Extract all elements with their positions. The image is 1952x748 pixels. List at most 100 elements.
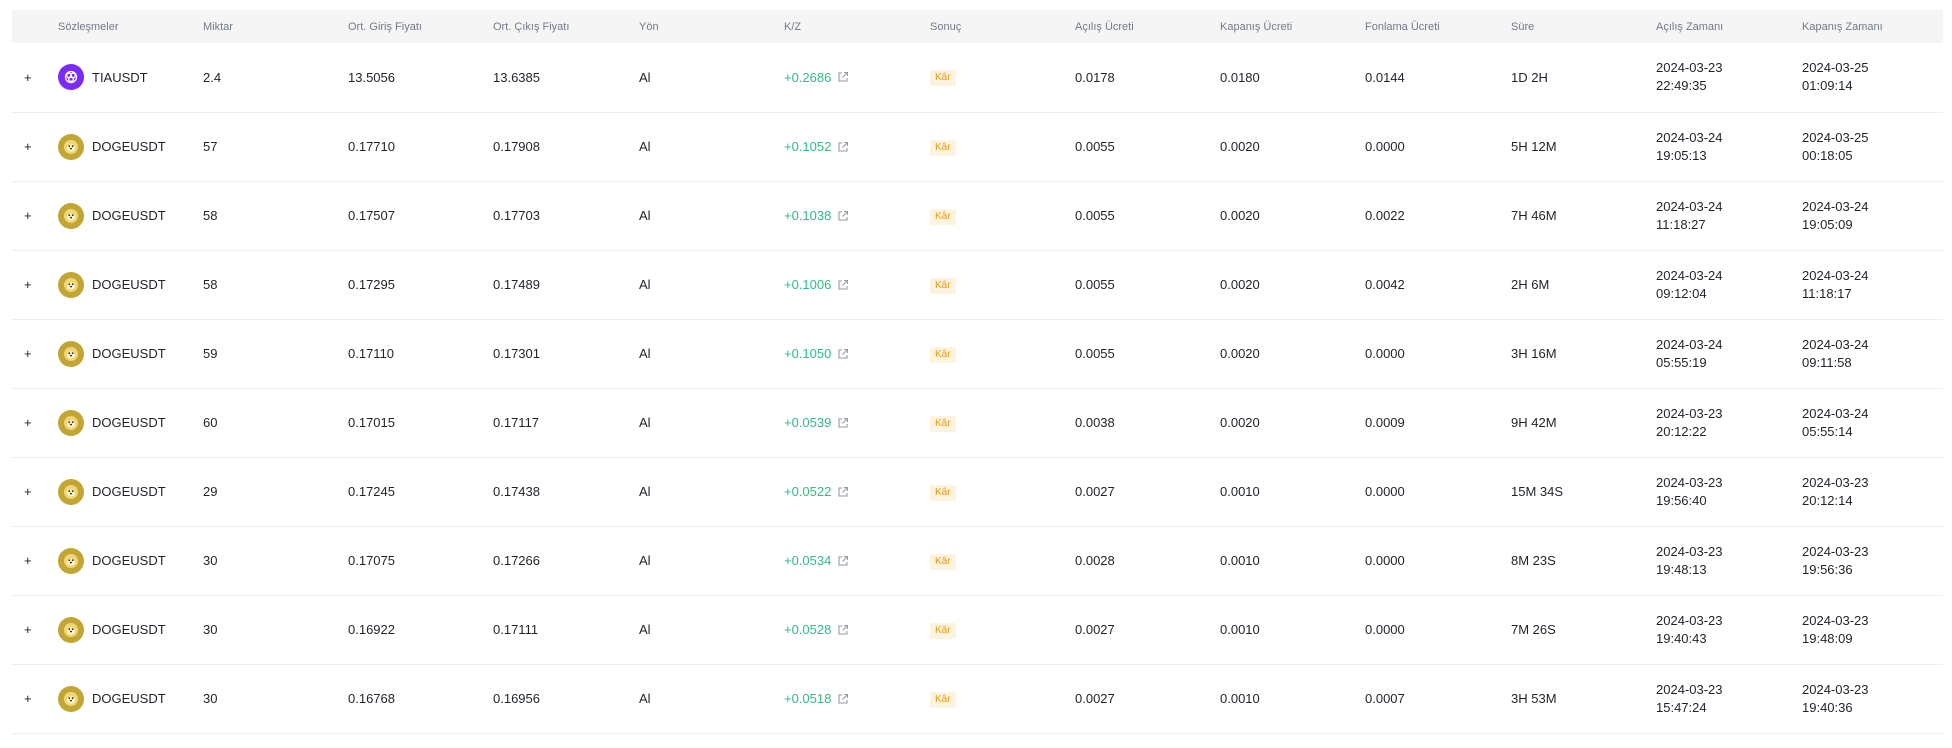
plus-icon[interactable]: + [24, 139, 32, 154]
duration-cell: 8M 23S [1511, 553, 1556, 568]
share-external-link-icon[interactable] [837, 624, 849, 636]
plus-icon[interactable]: + [24, 415, 32, 430]
header-expand [12, 10, 58, 43]
share-external-link-icon[interactable] [837, 417, 849, 429]
doge-coin-icon [58, 202, 84, 229]
symbol-cell[interactable]: TIAUSDT [58, 43, 203, 112]
symbol-cell[interactable]: DOGEUSDT [58, 526, 203, 595]
duration-cell: 1D 2H [1511, 69, 1548, 85]
open-fee-cell: 0.0055 [1075, 208, 1115, 223]
plus-icon[interactable]: + [24, 208, 32, 223]
duration-cell: 3H 16M [1511, 346, 1557, 361]
funding-fee-cell: 0.0144 [1365, 69, 1405, 85]
close-clock: 09:11:58 [1802, 354, 1852, 370]
share-external-link-icon[interactable] [837, 71, 849, 83]
expand-button[interactable]: + [12, 43, 58, 112]
entry-price-cell: 0.17075 [348, 553, 395, 568]
exit-price-cell: 0.17438 [493, 484, 540, 499]
share-external-link-icon[interactable] [837, 279, 849, 291]
close-time-cell: 2024-03-24 11:18:17 [1802, 250, 1943, 319]
symbol-cell[interactable]: DOGEUSDT [58, 181, 203, 250]
open-time-cell: 2024-03-24 05:55:19 [1656, 319, 1802, 388]
symbol-cell[interactable]: DOGEUSDT [58, 388, 203, 457]
share-external-link-icon[interactable] [837, 348, 849, 360]
expand-button[interactable]: + [12, 457, 58, 526]
side-cell: Al [639, 415, 651, 430]
open-clock: 15:47:24 [1656, 699, 1707, 715]
funding-fee-cell: 0.0007 [1365, 691, 1405, 706]
duration-cell: 3H 53M [1511, 691, 1557, 706]
symbol-cell[interactable]: DOGEUSDT [58, 319, 203, 388]
symbol-cell[interactable]: DOGEUSDT [58, 595, 203, 664]
close-fee-cell: 0.0020 [1220, 346, 1260, 361]
profit-badge: Kâr [930, 415, 956, 432]
result-cell: Kâr [930, 457, 1075, 526]
close-fee-cell: 0.0010 [1220, 484, 1260, 499]
expand-button[interactable]: + [12, 388, 58, 457]
exit-price-cell: 0.16956 [493, 691, 540, 706]
symbol-cell[interactable]: DOGEUSDT [58, 457, 203, 526]
open-date: 2024-03-23 [1656, 405, 1723, 421]
table-row[interactable]: + DOGEUSDT 60 0.17015 0.17117 Al +0.0539… [12, 388, 1943, 457]
expand-button[interactable]: + [12, 319, 58, 388]
plus-icon[interactable]: + [24, 691, 32, 706]
symbol-cell[interactable]: DOGEUSDT [58, 250, 203, 319]
table-row[interactable]: + DOGEUSDT 30 0.17075 0.17266 Al +0.0534… [12, 526, 1943, 595]
expand-button[interactable]: + [12, 112, 58, 181]
table-row[interactable]: + DOGEUSDT 57 0.17710 0.17908 Al +0.1052… [12, 112, 1943, 181]
open-time-cell: 2024-03-23 20:12:22 [1656, 388, 1802, 457]
qty-cell: 58 [203, 208, 218, 223]
open-clock: 05:55:19 [1656, 354, 1707, 370]
close-time-cell: 2024-03-24 09:11:58 [1802, 319, 1943, 388]
expand-button[interactable]: + [12, 181, 58, 250]
symbol-cell[interactable]: DOGEUSDT [58, 112, 203, 181]
side-cell: Al [639, 622, 651, 637]
table-row[interactable]: + DOGEUSDT 29 0.17245 0.17438 Al +0.0522… [12, 457, 1943, 526]
plus-icon[interactable]: + [24, 70, 32, 85]
plus-icon[interactable]: + [24, 484, 32, 499]
qty-cell: 30 [203, 553, 218, 568]
pnl-value: +0.0518 [784, 691, 832, 706]
table-row[interactable]: + DOGEUSDT 58 0.17295 0.17489 Al +0.1006… [12, 250, 1943, 319]
expand-button[interactable]: + [12, 595, 58, 664]
side-cell: Al [639, 277, 651, 292]
expand-button[interactable]: + [12, 526, 58, 595]
plus-icon[interactable]: + [24, 622, 32, 637]
symbol-cell[interactable]: DOGEUSDT [58, 664, 203, 733]
share-external-link-icon[interactable] [837, 141, 849, 153]
close-date: 2024-03-23 [1802, 681, 1869, 697]
open-fee-cell: 0.0027 [1075, 691, 1115, 706]
close-date: 2024-03-23 [1802, 612, 1869, 628]
result-cell: Kâr [930, 112, 1075, 181]
plus-icon[interactable]: + [24, 277, 32, 292]
open-fee-cell: 0.0038 [1075, 415, 1115, 430]
table-row[interactable]: + DOGEUSDT 30 0.16768 0.16956 Al +0.0518… [12, 664, 1943, 733]
close-fee-cell: 0.0010 [1220, 691, 1260, 706]
open-date: 2024-03-24 [1656, 336, 1723, 352]
expand-button[interactable]: + [12, 250, 58, 319]
pnl-cell: +0.1050 [784, 319, 930, 388]
share-external-link-icon[interactable] [837, 555, 849, 567]
pnl-value: +0.0534 [784, 553, 832, 568]
open-fee-cell: 0.0055 [1075, 346, 1115, 361]
share-external-link-icon[interactable] [837, 210, 849, 222]
share-external-link-icon[interactable] [837, 486, 849, 498]
side-cell: Al [639, 484, 651, 499]
entry-price-cell: 0.17245 [348, 484, 395, 499]
table-row[interactable]: + TIAUSDT 2.4 13.5056 13.6385 Al +0.2686… [12, 43, 1943, 112]
share-external-link-icon[interactable] [837, 693, 849, 705]
header-open-time: Açılış Zamanı [1656, 20, 1724, 33]
table-row[interactable]: + DOGEUSDT 58 0.17507 0.17703 Al +0.1038… [12, 181, 1943, 250]
close-time-cell: 2024-03-23 19:56:36 [1802, 526, 1943, 595]
plus-icon[interactable]: + [24, 553, 32, 568]
qty-cell: 2.4 [203, 69, 222, 85]
exit-price-cell: 0.17703 [493, 208, 540, 223]
close-clock: 19:40:36 [1802, 699, 1853, 715]
expand-button[interactable]: + [12, 664, 58, 733]
qty-cell: 58 [203, 277, 218, 292]
table-row[interactable]: + DOGEUSDT 59 0.17110 0.17301 Al +0.1050… [12, 319, 1943, 388]
close-clock: 20:12:14 [1802, 492, 1853, 508]
table-row[interactable]: + DOGEUSDT 30 0.16922 0.17111 Al +0.0528… [12, 595, 1943, 664]
duration-cell: 7M 26S [1511, 622, 1556, 637]
plus-icon[interactable]: + [24, 346, 32, 361]
